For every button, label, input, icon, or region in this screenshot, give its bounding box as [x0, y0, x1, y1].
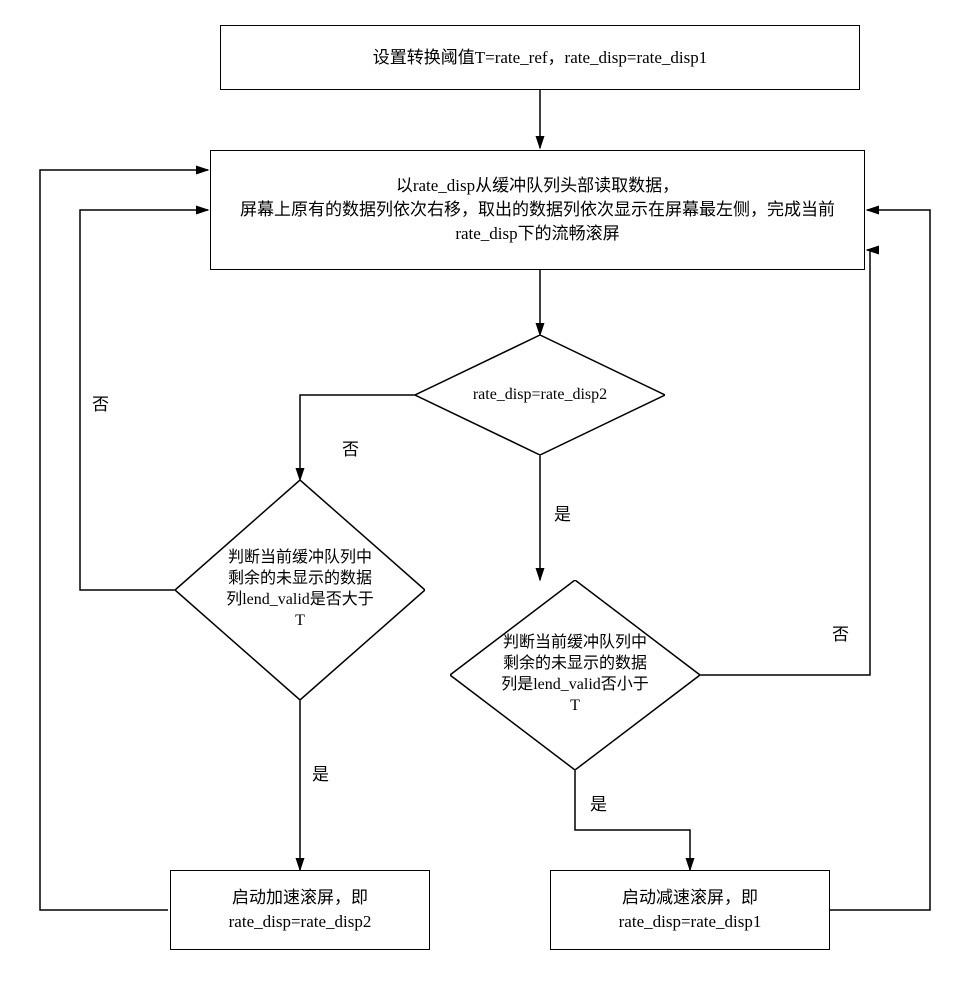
node-set-threshold: 设置转换阈值T=rate_ref，rate_disp=rate_disp1: [220, 25, 860, 90]
node-speedup: 启动加速滚屏，即rate_disp=rate_disp2: [170, 870, 430, 950]
node-read-buffer: 以rate_disp从缓冲队列头部读取数据， 屏幕上原有的数据列依次右移，取出的…: [210, 150, 865, 270]
edge-label-no: 否: [90, 390, 111, 415]
node-text: 判断当前缓冲队列中剩余的未显示的数据列是lend_valid否小于T: [485, 633, 665, 716]
node-check-gt-T: 判断当前缓冲队列中剩余的未显示的数据列lend_valid是否大于T: [175, 480, 425, 700]
node-text: 判断当前缓冲队列中剩余的未显示的数据列lend_valid是否大于T: [210, 548, 390, 631]
node-text: 启动加速滚屏，即rate_disp=rate_disp2: [181, 886, 419, 934]
edge-label-yes: 是: [552, 500, 573, 525]
edge-label-no: 否: [830, 620, 851, 645]
edge-label-yes: 是: [310, 760, 331, 785]
node-text: 设置转换阈值T=rate_ref，rate_disp=rate_disp1: [373, 46, 708, 70]
node-text: rate_disp=rate_disp2: [461, 385, 619, 406]
edge-label-no: 否: [340, 435, 361, 460]
edge-label-yes: 是: [588, 790, 609, 815]
node-text: 启动减速滚屏，即rate_disp=rate_disp1: [561, 886, 819, 934]
node-slowdown: 启动减速滚屏，即rate_disp=rate_disp1: [550, 870, 830, 950]
node-text: 以rate_disp从缓冲队列头部读取数据， 屏幕上原有的数据列依次右移，取出的…: [221, 174, 854, 245]
node-check-disp2: rate_disp=rate_disp2: [415, 335, 665, 455]
node-check-lt-T: 判断当前缓冲队列中剩余的未显示的数据列是lend_valid否小于T: [450, 580, 700, 770]
